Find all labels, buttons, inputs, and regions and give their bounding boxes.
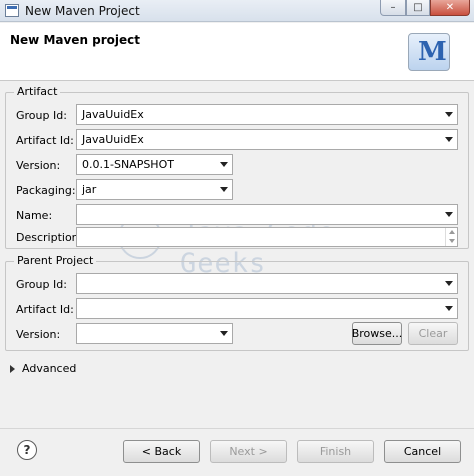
next-button[interactable]: Next >: [210, 440, 287, 463]
packaging-combo[interactable]: jar: [76, 179, 233, 200]
version-label: Version:: [16, 159, 61, 172]
browse-button[interactable]: Browse...: [352, 322, 402, 345]
chevron-down-icon[interactable]: [220, 331, 228, 336]
description-scrollbar[interactable]: [445, 228, 457, 246]
window-app-icon: [5, 4, 19, 17]
chevron-down-icon[interactable]: [445, 306, 453, 311]
back-button[interactable]: < Back: [123, 440, 200, 463]
chevron-down-icon[interactable]: [445, 281, 453, 286]
wizard-header: New Maven project M: [0, 23, 474, 81]
maven-logo-icon: M: [408, 33, 450, 71]
version-combo[interactable]: 0.0.1-SNAPSHOT: [76, 154, 233, 175]
parent-artifact-id-label: Artifact Id:: [16, 303, 74, 316]
parent-group-id-combo[interactable]: [76, 273, 458, 294]
maximize-button[interactable]: □: [406, 0, 430, 16]
packaging-label: Packaging:: [16, 184, 76, 197]
name-combo[interactable]: [76, 204, 458, 225]
parent-artifact-id-combo[interactable]: [76, 298, 458, 319]
help-icon[interactable]: ?: [17, 440, 37, 460]
scroll-up-icon[interactable]: [449, 230, 455, 234]
cancel-button[interactable]: Cancel: [384, 440, 461, 463]
group-id-label: Group Id:: [16, 109, 67, 122]
version-value: 0.0.1-SNAPSHOT: [82, 158, 174, 171]
parent-version-label: Version:: [16, 328, 61, 341]
maven-logo-letter: M: [418, 37, 447, 67]
chevron-down-icon[interactable]: [220, 162, 228, 167]
chevron-right-icon[interactable]: [10, 365, 15, 373]
finish-button[interactable]: Finish: [297, 440, 374, 463]
title-bar: New Maven Project – □ ✕: [0, 0, 474, 22]
artifact-id-label: Artifact Id:: [16, 134, 74, 147]
artifact-id-value: JavaUuidEx: [82, 133, 144, 146]
page-title: New Maven project: [10, 33, 141, 47]
group-id-value: JavaUuidEx: [82, 108, 144, 121]
advanced-label[interactable]: Advanced: [22, 362, 76, 375]
minimize-button[interactable]: –: [380, 0, 406, 16]
parent-project-legend: Parent Project: [14, 254, 97, 267]
group-id-combo[interactable]: JavaUuidEx: [76, 104, 458, 125]
window-title: New Maven Project: [25, 4, 140, 18]
scroll-down-icon[interactable]: [449, 239, 455, 243]
artifact-legend: Artifact: [14, 85, 61, 98]
chevron-down-icon[interactable]: [220, 187, 228, 192]
chevron-down-icon[interactable]: [445, 137, 453, 142]
close-button[interactable]: ✕: [430, 0, 470, 16]
packaging-value: jar: [82, 183, 97, 196]
chevron-down-icon[interactable]: [445, 212, 453, 217]
chevron-down-icon[interactable]: [445, 112, 453, 117]
clear-button[interactable]: Clear: [408, 322, 458, 345]
description-label: Description:: [16, 231, 83, 244]
description-field[interactable]: [76, 227, 458, 247]
name-label: Name:: [16, 209, 53, 222]
artifact-id-combo[interactable]: JavaUuidEx: [76, 129, 458, 150]
footer-separator: [0, 428, 474, 429]
parent-version-combo[interactable]: [76, 323, 233, 344]
parent-group-id-label: Group Id:: [16, 278, 67, 291]
